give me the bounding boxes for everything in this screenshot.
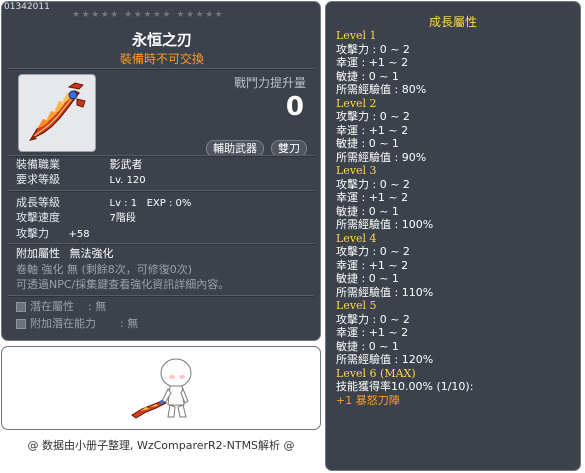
potential-label: 潛在屬性 [30, 300, 74, 313]
level-header: Level 3 [336, 164, 377, 177]
growth-level-1: Level 1 攻擊力 : 0 ~ 2 幸運 : +1 ~ 2 敏捷 : 0 ~… [336, 29, 473, 97]
skill-rate-line: 技能獲得率10.00% (1/10): [336, 380, 474, 393]
item-icon-frame [18, 74, 96, 152]
job-row: 裝備職業 影武者 [16, 158, 143, 172]
extra-attribute-label: 附加屬性 [16, 247, 60, 260]
divider [8, 68, 314, 70]
level-stat-line: 所需經驗值 : 90% [336, 150, 427, 164]
item-id: 01342011 [4, 2, 50, 12]
additional-potential-row: 附加潛在能力 : 無 [16, 317, 138, 331]
required-level-value: Lv. 120 [109, 175, 146, 186]
attack-speed-value: 7階段 [109, 213, 136, 224]
level-stat-line: 敏捷 : 0 ~ 1 [336, 339, 399, 353]
divider [8, 155, 314, 157]
growth-title: 成長屬性 [428, 15, 477, 29]
extra-attribute-value: 無法強化 [69, 247, 114, 260]
character-avatar-icon [131, 358, 192, 419]
level-stat-line: 攻擊力 : 0 ~ 2 [336, 245, 410, 258]
required-level-row: 要求等級 Lv. 120 [16, 173, 146, 187]
level-stat-line: 攻擊力 : 0 ~ 2 [336, 312, 410, 326]
growth-level-label: 成長等級 [16, 196, 60, 209]
item-name: 永恒之刃 [131, 31, 192, 49]
level-stat-line: 攻擊力 : 0 ~ 2 [336, 177, 410, 191]
potential-value: : 無 [88, 300, 107, 313]
level-header: Level 1 [336, 29, 377, 42]
level-header: Level 5 [336, 299, 377, 312]
level-stat-line: 敏捷 : 0 ~ 1 [336, 272, 399, 285]
additional-potential-icon [16, 319, 26, 329]
character-preview-panel [1, 346, 321, 430]
attack-label: 攻擊力 [16, 227, 49, 240]
divider [8, 295, 314, 297]
level-stat-line: 幸運 : +1 ~ 2 [336, 258, 409, 272]
attack-value: +58 [68, 229, 90, 240]
level-header-max: Level 6 (MAX) [336, 366, 416, 380]
scroll-info: 卷軸 強化 無 (剩餘8次，可修復0次) [16, 263, 193, 276]
npc-info: 可透過NPC/採集鍵查看強化資訊詳細內容。 [16, 278, 230, 291]
potential-icon [16, 302, 26, 312]
growth-attributes-panel: 成長屬性 Level 1 攻擊力 : 0 ~ 2 幸運 : +1 ~ 2 敏捷 … [325, 1, 581, 471]
data-source-footer: @ 数据由小册子整理, WzComparerR2-NTMS解析 @ [27, 439, 295, 452]
growth-level-list: Level 1 攻擊力 : 0 ~ 2 幸運 : +1 ~ 2 敏捷 : 0 ~… [336, 29, 473, 408]
level-stat-line: 敏捷 : 0 ~ 1 [336, 204, 399, 218]
growth-level-max: Level 6 (MAX) 技能獲得率10.00% (1/10): +1 暴怒刀… [336, 367, 473, 408]
growth-level-value: Lv : 1 EXP : 0% [109, 198, 192, 209]
attack-speed-label: 攻擊速度 [16, 211, 60, 224]
level-stat-line: 敏捷 : 0 ~ 1 [336, 69, 399, 83]
divider [8, 190, 314, 192]
combat-power-label: 戰鬥力提升量 [233, 76, 306, 90]
level-stat-line: 所需經驗值 : 80% [336, 83, 427, 96]
attack-speed-row: 攻擊速度 7階段 [16, 211, 136, 225]
level-header: Level 4 [336, 231, 377, 245]
level-stat-line: 幸運 : +1 ~ 2 [336, 56, 409, 69]
growth-level-5: Level 5 攻擊力 : 0 ~ 2 幸運 : +1 ~ 2 敏捷 : 0 ~… [336, 299, 473, 367]
item-tooltip-panel: 01342011 ★★★★★ ★★★★★ ★★★★★ 永恒之刃 裝備時不可交換 … [1, 1, 321, 341]
level-stat-line: 攻擊力 : 0 ~ 2 [336, 42, 410, 56]
job-label: 裝備職業 [16, 158, 60, 171]
growth-level-4: Level 4 攻擊力 : 0 ~ 2 幸運 : +1 ~ 2 敏捷 : 0 ~… [336, 232, 473, 300]
level-stat-line: 敏捷 : 0 ~ 1 [336, 137, 399, 150]
level-stat-line: 所需經驗值 : 100% [336, 218, 434, 231]
additional-potential-value: : 無 [120, 317, 139, 330]
job-value: 影武者 [109, 158, 143, 171]
level-stat-line: 攻擊力 : 0 ~ 2 [336, 110, 410, 123]
level-header: Level 2 [336, 96, 377, 110]
divider [8, 243, 314, 245]
extra-attribute-row: 附加屬性 無法強化 [16, 247, 114, 261]
level-stat-line: 所需經驗值 : 120% [336, 353, 434, 366]
growth-level-3: Level 3 攻擊力 : 0 ~ 2 幸運 : +1 ~ 2 敏捷 : 0 ~… [336, 164, 473, 232]
level-stat-line: 幸運 : +1 ~ 2 [336, 326, 409, 339]
potential-row: 潛在屬性 : 無 [16, 300, 106, 314]
skill-name-line: +1 暴怒刀陣 [336, 393, 400, 407]
growth-level-2: Level 2 攻擊力 : 0 ~ 2 幸運 : +1 ~ 2 敏捷 : 0 ~… [336, 97, 473, 165]
level-stat-line: 幸運 : +1 ~ 2 [336, 123, 409, 137]
attack-row: 攻擊力 +58 [16, 227, 90, 241]
star-force-stars: ★★★★★ ★★★★★ ★★★★★ [72, 10, 225, 20]
level-stat-line: 所需經驗值 : 110% [336, 285, 434, 299]
level-stat-line: 幸運 : +1 ~ 2 [336, 191, 409, 204]
flame-blade-icon [29, 82, 86, 141]
combat-power-value: 0 [285, 92, 304, 122]
additional-potential-label: 附加潛在能力 [30, 317, 96, 330]
growth-level-row: 成長等級 Lv : 1 EXP : 0% [16, 196, 191, 210]
trade-restriction-note: 裝備時不可交換 [119, 52, 204, 66]
required-level-label: 要求等級 [16, 173, 60, 186]
